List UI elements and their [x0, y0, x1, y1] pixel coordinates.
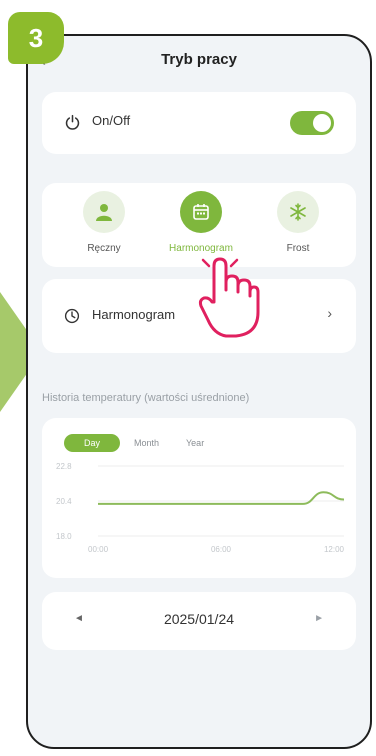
power-card: On/Off — [42, 92, 356, 154]
power-toggle[interactable] — [290, 111, 334, 135]
date-navigator: ◄ 2025/01/24 ► — [42, 592, 356, 650]
x-tick-label: 00:00 — [88, 545, 109, 554]
tab-year[interactable]: Year — [186, 434, 216, 452]
calendar-icon — [193, 204, 209, 220]
power-icon — [65, 114, 80, 130]
snowflake-icon — [290, 203, 306, 221]
temperature-chart: 22.8 20.4 18.0 00:00 06:00 12:00 — [56, 462, 345, 554]
clock-icon — [64, 308, 80, 324]
mode-frost-label: Frost — [286, 243, 310, 254]
page-title: Tryb pracy — [161, 51, 237, 68]
mode-manual-label: Ręczny — [87, 243, 121, 254]
pointer-hand-icon — [198, 257, 260, 338]
next-day-button[interactable]: ► — [314, 613, 324, 624]
mode-frost[interactable]: Frost — [243, 191, 353, 254]
x-tick-label: 12:00 — [324, 545, 345, 554]
y-tick-label: 22.8 — [56, 462, 72, 471]
mode-schedule-label: Harmonogram — [169, 243, 233, 254]
chevron-right-icon: › — [327, 305, 332, 321]
mode-schedule-ring — [180, 191, 222, 233]
mode-manual-ring — [83, 191, 125, 233]
temperature-series-line — [97, 491, 345, 505]
y-tick-label: 20.4 — [56, 497, 72, 506]
power-label: On/Off — [92, 113, 131, 128]
mode-manual[interactable]: Ręczny — [49, 191, 159, 254]
toggle-knob — [313, 114, 331, 132]
mode-frost-ring — [277, 191, 319, 233]
x-tick-label: 06:00 — [211, 545, 232, 554]
person-icon — [96, 204, 112, 221]
step-badge: 3 — [8, 12, 64, 64]
tab-day[interactable]: Day — [64, 434, 120, 452]
phone-screen: ‹ Tryb pracy On/Off Ręczny — [26, 34, 372, 749]
header: ‹ Tryb pracy — [28, 48, 370, 72]
tab-month[interactable]: Month — [134, 434, 174, 452]
date-label: 2025/01/24 — [163, 611, 235, 627]
temperature-chart-card: Day Month Year 22.8 20.4 18.0 00:00 06:00 12:… — [42, 418, 356, 578]
y-tick-label: 18.0 — [56, 532, 72, 541]
history-title: Historia temperatury (wartości uśrednion… — [42, 392, 250, 404]
mode-schedule[interactable]: Harmonogram — [146, 191, 256, 254]
schedule-label: Harmonogram — [92, 307, 176, 322]
